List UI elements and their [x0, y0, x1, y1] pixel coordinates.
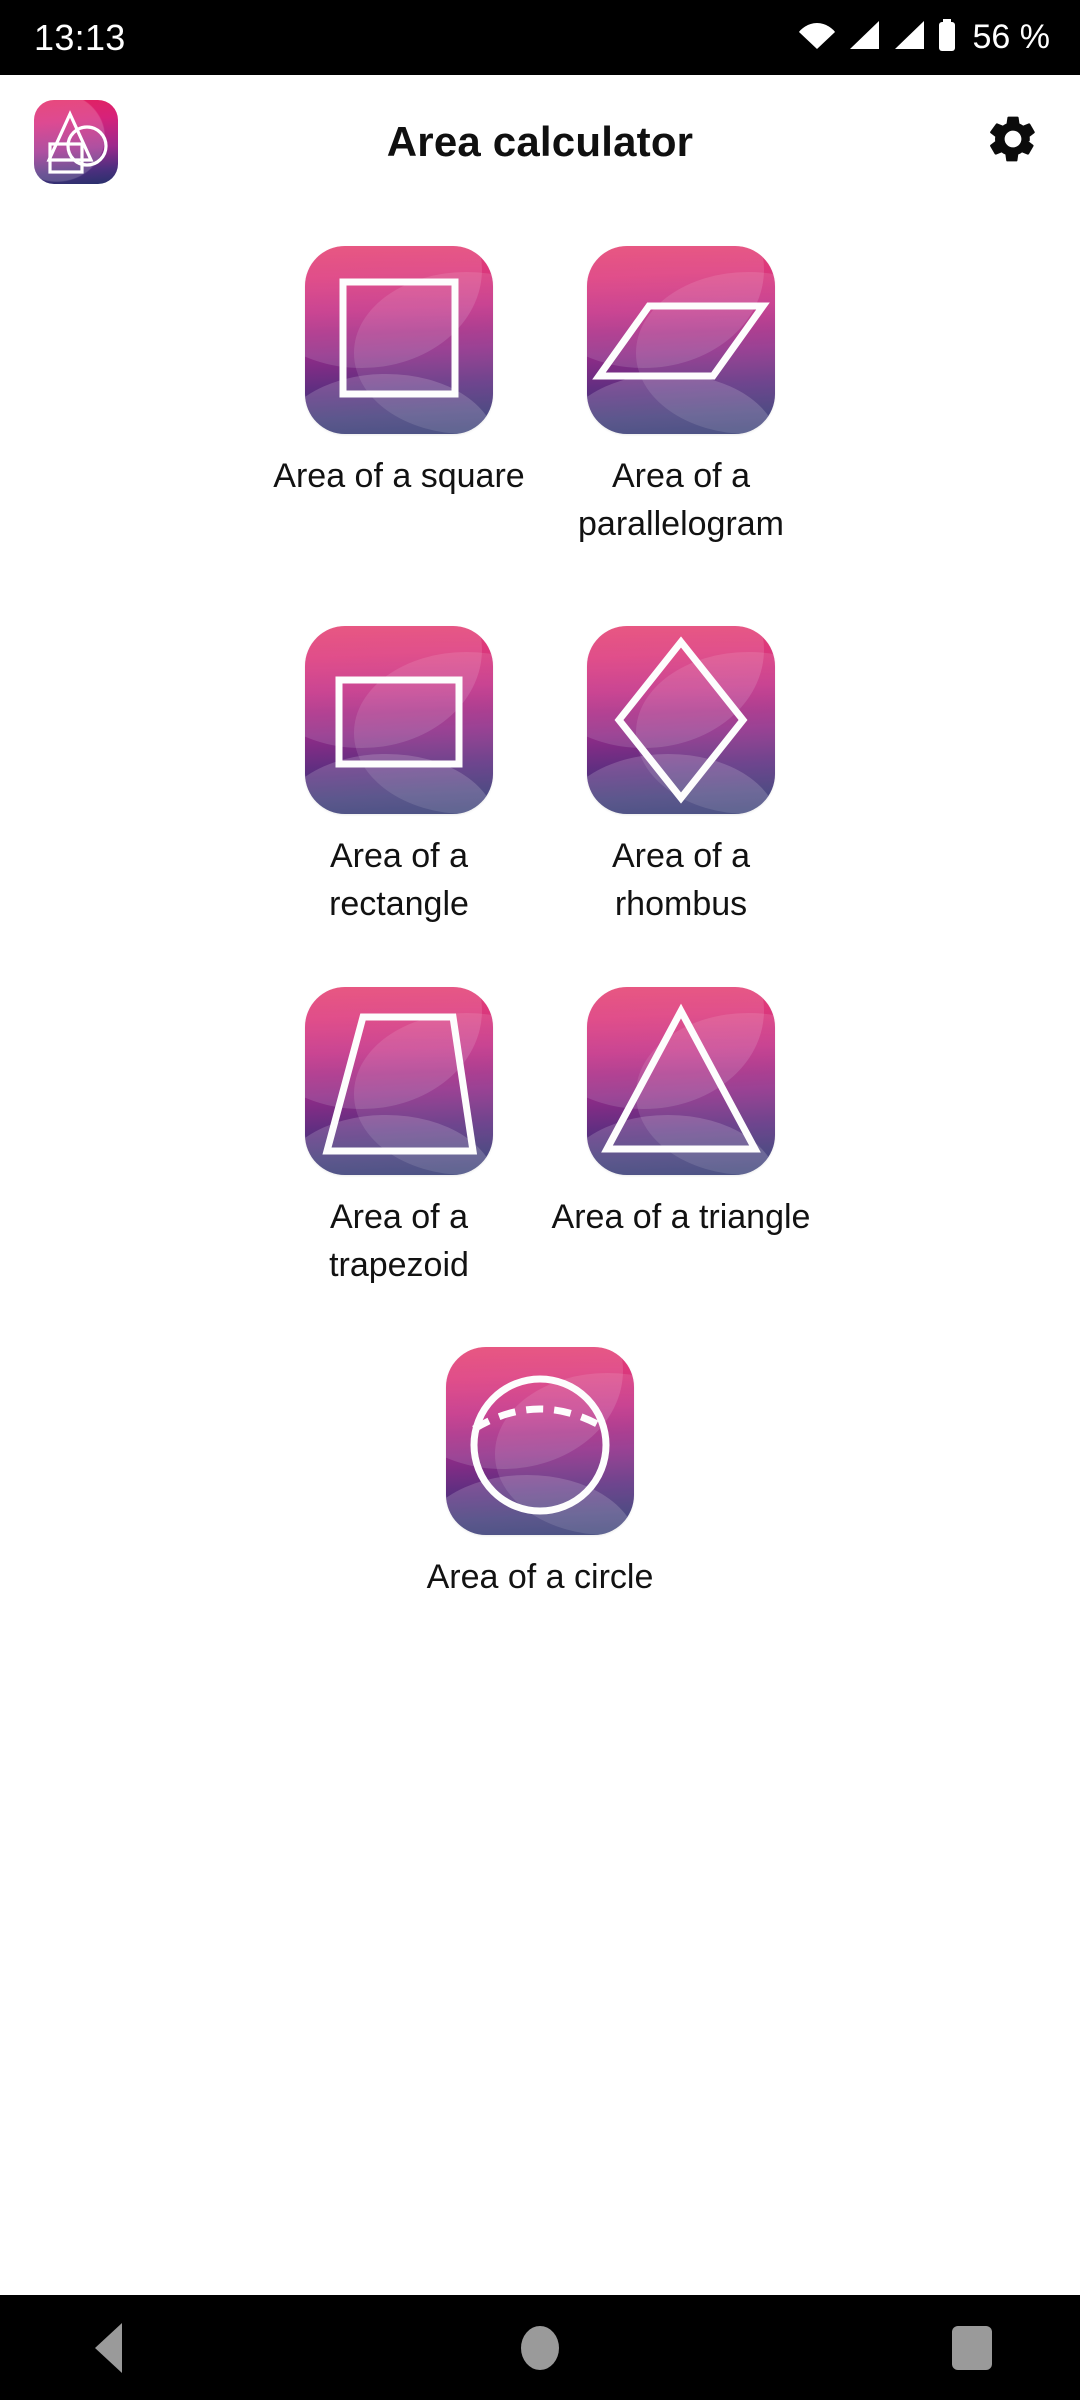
grid-row: Area of a circle — [0, 1323, 1080, 1601]
triangle-glyph — [601, 1003, 761, 1153]
signal-icon — [892, 20, 926, 55]
parallelogram-glyph — [592, 302, 770, 380]
back-triangle-icon — [94, 2322, 122, 2373]
nav-recents-button[interactable] — [872, 2295, 1072, 2400]
system-nav-bar — [0, 2295, 1080, 2400]
shape-label: Area of a rectangle — [329, 837, 469, 923]
shape-grid: Area of a square Area of a parallelogram… — [0, 208, 1080, 1601]
nav-home-button[interactable] — [440, 2295, 640, 2400]
wifi-icon — [798, 20, 836, 55]
home-circle-icon — [521, 2325, 559, 2370]
shape-item-parallelogram[interactable]: Area of a parallelogram — [540, 222, 822, 548]
status-clock: 13:13 — [34, 16, 126, 58]
grid-row: Area of a rectangle Area of a rhombus — [0, 602, 1080, 928]
circle-tile-icon — [446, 1347, 634, 1535]
rhombus-tile-icon — [587, 626, 775, 814]
recents-square-icon — [952, 2325, 992, 2370]
grid-row: Area of a square Area of a parallelogram — [0, 222, 1080, 548]
shape-label: Area of a parallelogram — [578, 457, 784, 543]
triangle-tile-icon — [587, 987, 775, 1175]
shape-item-circle[interactable]: Area of a circle — [399, 1323, 681, 1601]
shape-item-rectangle[interactable]: Area of a rectangle — [258, 602, 540, 928]
settings-button[interactable] — [980, 109, 1046, 175]
shape-label: Area of a rhombus — [612, 837, 750, 923]
shape-item-rhombus[interactable]: Area of a rhombus — [540, 602, 822, 928]
status-bar: 13:13 56 % — [0, 0, 1080, 75]
trapezoid-glyph — [322, 1013, 478, 1155]
app-bar: Area calculator — [0, 75, 1080, 208]
signal-icon — [847, 20, 881, 55]
circle-glyph — [470, 1375, 610, 1515]
square-tile-icon — [305, 246, 493, 434]
parallelogram-tile-icon — [587, 246, 775, 434]
rectangle-tile-icon — [305, 626, 493, 814]
shape-label: Area of a trapezoid — [329, 1198, 469, 1284]
shape-item-trapezoid[interactable]: Area of a trapezoid — [258, 963, 540, 1289]
app-logo-icon[interactable] — [34, 99, 118, 184]
battery-icon — [937, 19, 957, 56]
page-title: Area calculator — [386, 117, 694, 165]
gear-icon — [985, 111, 1041, 172]
status-indicators: 56 % — [798, 18, 1051, 57]
shape-item-square[interactable]: Area of a square — [258, 222, 540, 548]
shape-label: Area of a circle — [426, 1558, 654, 1596]
shape-label: Area of a triangle — [551, 1198, 811, 1236]
square-glyph — [339, 278, 459, 398]
logo-shapes — [46, 109, 108, 174]
grid-row: Area of a trapezoid Area of a triangle — [0, 963, 1080, 1289]
rhombus-glyph — [614, 636, 748, 804]
rectangle-glyph — [335, 676, 463, 768]
trapezoid-tile-icon — [305, 987, 493, 1175]
nav-back-button[interactable] — [8, 2295, 208, 2400]
shape-label: Area of a square — [273, 457, 525, 495]
shape-item-triangle[interactable]: Area of a triangle — [540, 963, 822, 1289]
battery-percent: 56 % — [972, 18, 1051, 56]
